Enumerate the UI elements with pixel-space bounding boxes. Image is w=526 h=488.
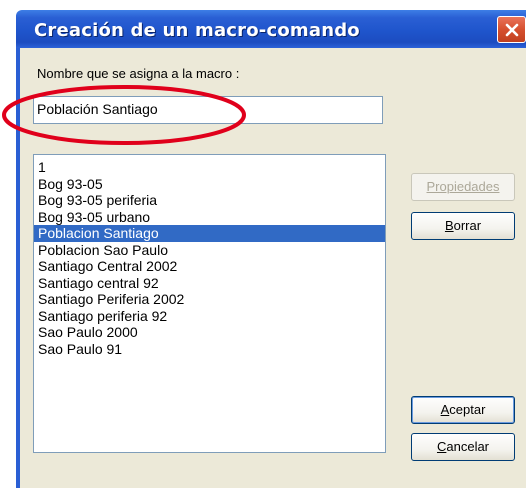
macro-dialog: Creación de un macro-comando Nombre que … bbox=[0, 0, 526, 488]
macro-name-input[interactable]: Población Santiago bbox=[33, 96, 383, 124]
properties-button-label: Propiedades bbox=[426, 179, 500, 194]
list-item[interactable]: Bog 93-05 periferia bbox=[34, 192, 385, 209]
cancel-button-label: Cancelar bbox=[436, 439, 490, 454]
macro-name-label: Nombre que se asigna a la macro : bbox=[37, 66, 240, 81]
accept-button[interactable]: Aceptar bbox=[411, 396, 515, 424]
macro-list[interactable]: 1 Bog 93-05 Bog 93-05 periferia Bog 93-05 u… bbox=[33, 154, 386, 453]
list-item[interactable]: Sao Paulo 2000 bbox=[34, 324, 385, 341]
list-item[interactable]: Santiago periferia 92 bbox=[34, 308, 385, 325]
list-item[interactable]: Poblacion Sao Paulo bbox=[34, 242, 385, 259]
delete-button-label: Borrar bbox=[444, 218, 482, 233]
cancel-button[interactable]: Cancelar bbox=[411, 433, 515, 461]
list-item[interactable]: Bog 93-05 bbox=[34, 176, 385, 193]
delete-button[interactable]: Borrar bbox=[411, 212, 515, 240]
accept-button-label: Aceptar bbox=[440, 402, 486, 417]
list-item[interactable]: Santiago Periferia 2002 bbox=[34, 291, 385, 308]
list-item[interactable]: Poblacion Santiago bbox=[34, 225, 385, 242]
list-item[interactable]: 1 bbox=[34, 159, 385, 176]
window-border bbox=[16, 48, 20, 488]
list-item[interactable]: Sao Paulo 91 bbox=[34, 341, 385, 358]
list-item[interactable]: Santiago central 92 bbox=[34, 275, 385, 292]
close-button[interactable] bbox=[497, 16, 526, 43]
properties-button[interactable]: Propiedades bbox=[411, 173, 515, 201]
dialog-title: Creación de un macro-comando bbox=[34, 20, 360, 41]
list-item[interactable]: Bog 93-05 urbano bbox=[34, 209, 385, 226]
close-icon bbox=[505, 23, 519, 37]
list-item[interactable]: Santiago Central 2002 bbox=[34, 258, 385, 275]
